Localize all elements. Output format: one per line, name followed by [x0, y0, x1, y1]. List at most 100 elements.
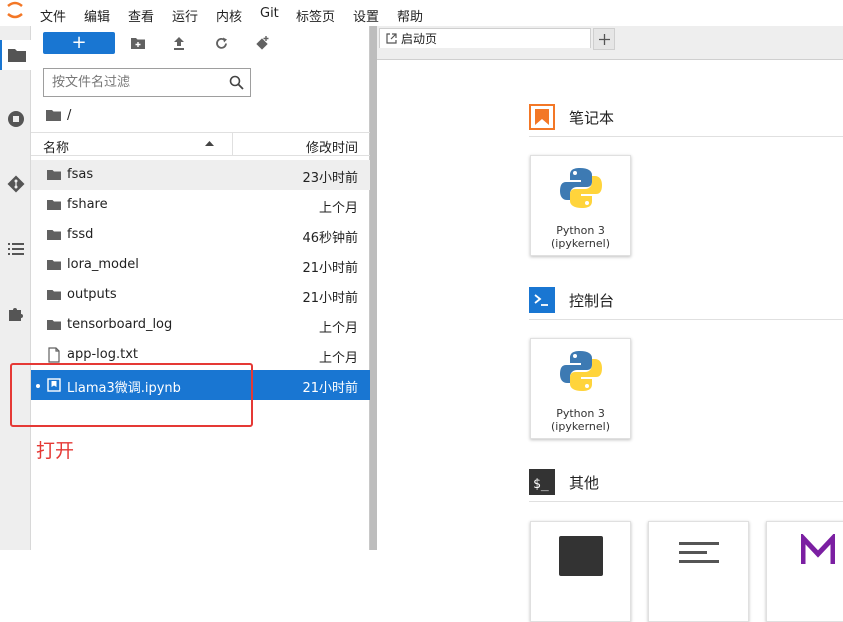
python-logo-icon — [560, 351, 602, 391]
file-name: fsas — [67, 167, 94, 182]
text-file-card[interactable] — [648, 521, 749, 622]
file-row[interactable]: lora_model 21小时前 — [31, 250, 370, 280]
file-name: fshare — [67, 197, 108, 212]
breadcrumb: / — [46, 106, 71, 124]
activity-extensions[interactable] — [0, 299, 31, 329]
terminal-icon — [559, 536, 603, 576]
menu-run[interactable]: 运行 — [172, 6, 198, 25]
card-label-line2: (ipykernel) — [550, 237, 610, 250]
new-launcher-button[interactable]: + — [43, 32, 115, 54]
card-label-line2: (ipykernel) — [550, 420, 610, 433]
file-modified: 上个月 — [318, 351, 358, 366]
column-modified[interactable]: 修改时间 — [306, 137, 358, 156]
card-label-line1: Python 3 — [556, 407, 605, 420]
column-name[interactable]: 名称 — [43, 137, 69, 156]
folder-icon — [47, 290, 61, 300]
refresh-icon — [215, 37, 227, 49]
menu-view[interactable]: 查看 — [128, 6, 154, 25]
new-folder-icon — [131, 38, 145, 49]
folder-icon — [47, 200, 61, 210]
tab-bar: 启动页 — [377, 26, 843, 60]
launcher-section-console: 控制台 — [529, 287, 614, 313]
activity-bar — [0, 26, 31, 550]
python-logo-icon — [560, 168, 602, 208]
console-section-icon — [529, 287, 555, 313]
file-modified: 21小时前 — [302, 381, 358, 396]
file-row[interactable]: outputs 21小时前 — [31, 280, 370, 310]
breadcrumb-root[interactable]: / — [67, 108, 71, 123]
section-title: 其他 — [569, 473, 600, 492]
file-modified: 上个月 — [318, 201, 358, 216]
activity-git[interactable] — [0, 169, 31, 199]
notebook-section-icon — [529, 104, 555, 130]
file-browser-panel: + / 名称 修改时间 fsas 23小时前 fshare 上个月 — [31, 26, 370, 550]
notebook-python3-card[interactable]: Python 3 (ipykernel) — [530, 155, 631, 256]
activity-running[interactable] — [0, 104, 31, 134]
file-name: outputs — [67, 287, 117, 302]
folder-icon[interactable] — [46, 109, 61, 121]
column-divider[interactable] — [232, 133, 233, 155]
launcher-section-notebook: 笔记本 — [529, 104, 614, 130]
puzzle-icon — [8, 308, 23, 321]
file-list-header: 名称 修改时间 — [31, 132, 370, 156]
menu-settings[interactable]: 设置 — [353, 6, 379, 25]
git-icon — [7, 175, 24, 193]
stop-circle-icon — [7, 111, 24, 127]
add-tab-button[interactable] — [593, 28, 615, 50]
file-name: fssd — [67, 227, 94, 242]
file-row[interactable]: fssd 46秒钟前 — [31, 220, 370, 250]
file-row[interactable]: tensorboard_log 上个月 — [31, 310, 370, 340]
section-divider — [529, 136, 843, 137]
file-row[interactable]: fshare 上个月 — [31, 190, 370, 220]
section-divider — [529, 501, 843, 502]
terminal-section-icon: $_ — [529, 469, 555, 495]
file-filter — [43, 68, 251, 97]
upload-icon — [174, 36, 184, 50]
file-row[interactable]: fsas 23小时前 — [31, 160, 370, 190]
folder-icon — [7, 49, 26, 62]
card-label-line1: Python 3 — [556, 224, 605, 237]
menu-git[interactable]: Git — [260, 6, 279, 21]
file-name: app-log.txt — [67, 347, 138, 362]
text-lines-icon — [679, 542, 719, 563]
menu-file[interactable]: 文件 — [40, 6, 66, 25]
tab-launcher[interactable]: 启动页 — [379, 28, 591, 48]
activity-file-browser[interactable] — [0, 40, 31, 70]
menu-help[interactable]: 帮助 — [397, 6, 423, 25]
folder-icon — [47, 320, 61, 330]
file-modified: 23小时前 — [302, 171, 358, 186]
menu-edit[interactable]: 编辑 — [84, 6, 110, 25]
activity-toc[interactable] — [0, 234, 31, 264]
git-clone-icon — [256, 36, 269, 50]
section-title: 控制台 — [569, 291, 615, 310]
folder-icon — [47, 230, 61, 240]
annotation-label: 打开 — [36, 440, 75, 462]
new-folder-button[interactable] — [127, 32, 149, 54]
section-divider — [529, 319, 843, 320]
refresh-button[interactable] — [210, 32, 232, 54]
console-python3-card[interactable]: Python 3 (ipykernel) — [530, 338, 631, 439]
menu-bar: 文件 编辑 查看 运行 内核 Git 标签页 设置 帮助 — [0, 0, 843, 26]
main-area: 启动页 笔记本 Python 3 (ipykernel) 控制台 Python … — [377, 26, 843, 622]
file-name: tensorboard_log — [67, 317, 173, 332]
svg-text:$_: $_ — [533, 477, 549, 492]
tab-label: 启动页 — [401, 32, 438, 46]
terminal-card[interactable] — [530, 521, 631, 622]
annotation-highlight-box — [10, 363, 253, 427]
panel-splitter[interactable] — [370, 26, 377, 550]
section-title: 笔记本 — [569, 108, 615, 127]
file-modified: 46秒钟前 — [302, 231, 358, 246]
plus-icon — [598, 33, 610, 45]
folder-icon — [47, 260, 61, 270]
jupyter-logo-icon — [7, 1, 23, 19]
upload-button[interactable] — [168, 32, 190, 54]
file-modified: 21小时前 — [302, 261, 358, 276]
menu-kernel[interactable]: 内核 — [216, 6, 242, 25]
menu-tabs[interactable]: 标签页 — [296, 6, 335, 25]
launcher-section-other: $_ 其他 — [529, 469, 599, 495]
git-clone-button[interactable] — [252, 32, 274, 54]
file-filter-input[interactable] — [44, 69, 224, 96]
markdown-file-card[interactable] — [766, 521, 843, 622]
sort-up-icon — [205, 141, 214, 146]
file-modified: 上个月 — [318, 321, 358, 336]
